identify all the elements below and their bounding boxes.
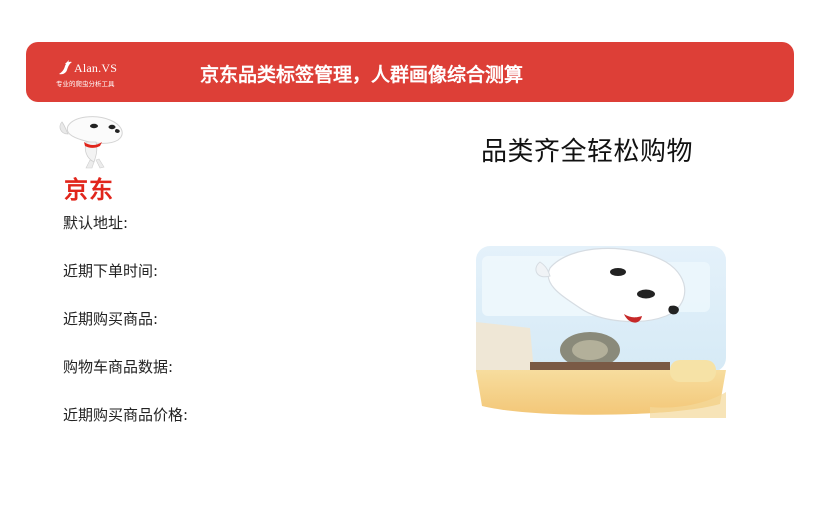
- jd-mascot-driving-illustration: [476, 246, 726, 418]
- field-recent-purchase-price: 近期购买商品价格:: [63, 406, 189, 424]
- field-cart-item-data: 购物车商品数据:: [63, 358, 174, 376]
- jd-logo-text: 京东: [64, 176, 114, 204]
- page-title: 京东品类标签管理，人群画像综合测算: [200, 64, 524, 86]
- field-recent-order-time: 近期下单时间:: [63, 262, 159, 280]
- field-default-address: 默认地址:: [63, 214, 129, 232]
- brand-name: Alan.VS: [74, 61, 118, 75]
- field-recent-purchased-items: 近期购买商品:: [63, 310, 159, 328]
- brand: Alan.VS 专业的爬虫分析工具: [56, 58, 136, 88]
- headline: 品类齐全轻松购物: [481, 137, 694, 167]
- brand-logo-icon: [59, 60, 72, 75]
- jd-dog-mascot-icon: [59, 116, 123, 169]
- header-banner: Alan.VS 专业的爬虫分析工具 京东品类标签管理，人群画像综合测算: [26, 42, 794, 102]
- brand-tagline: 专业的爬虫分析工具: [56, 80, 115, 88]
- jd-logo: 京东: [56, 112, 132, 204]
